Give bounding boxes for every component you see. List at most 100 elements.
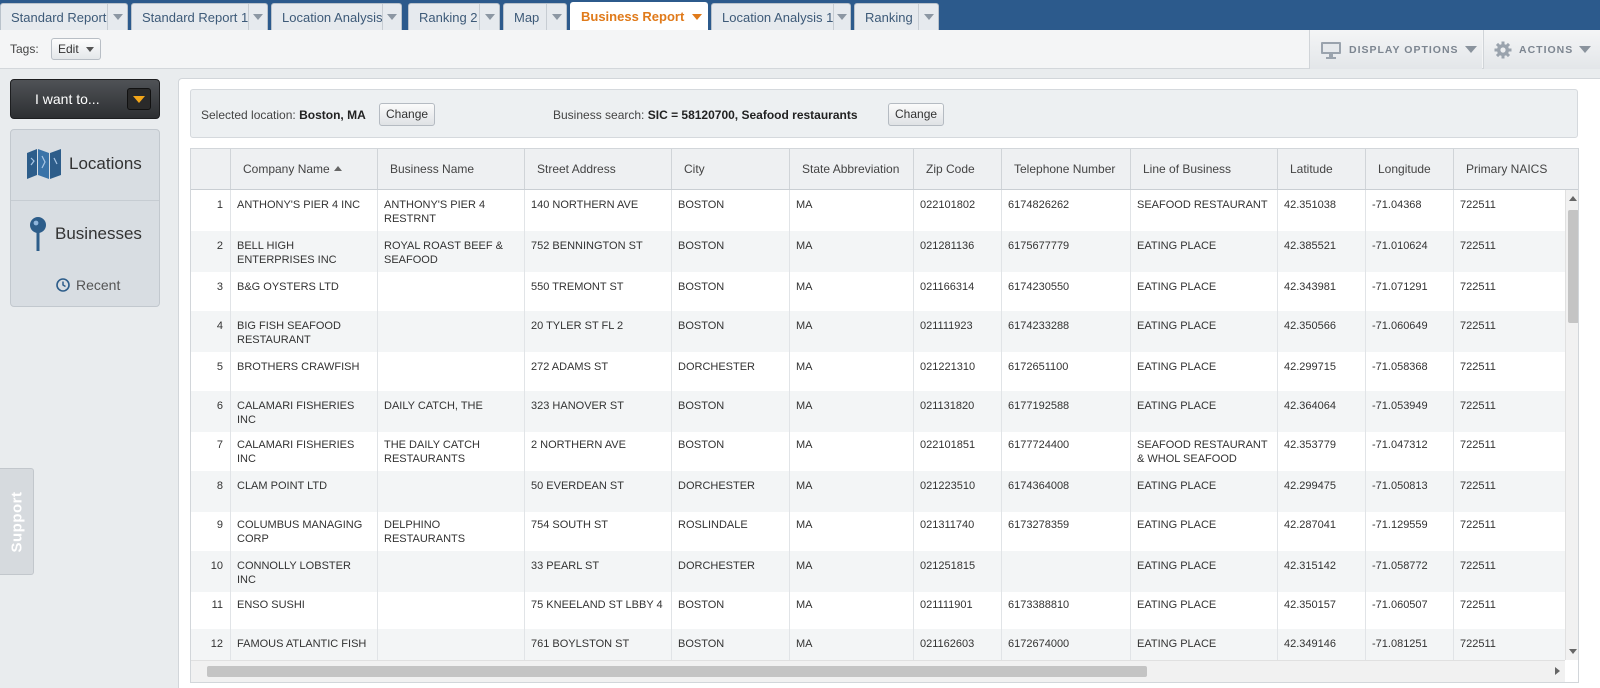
table-cell: ANTHONY'S PIER 4 RESTRNT [378, 190, 525, 231]
tab-location-analysis[interactable]: Location Analysis [271, 3, 402, 30]
column-header-telephone-number[interactable]: Telephone Number [1002, 149, 1131, 189]
sidebar-item-businesses[interactable]: Businesses [28, 216, 176, 252]
vertical-scrollbar[interactable] [1565, 190, 1578, 660]
column-header-zip-code[interactable]: Zip Code [914, 149, 1002, 189]
table-row[interactable]: 2 BELL HIGH ENTERPRISES INC ROYAL ROAST BE… [191, 231, 1565, 272]
table-cell: BOSTON [672, 272, 790, 313]
table-cell: 722511 [1454, 352, 1565, 393]
table-cell: -71.050813 [1366, 471, 1454, 512]
table-cell: MA [790, 391, 914, 432]
tab-standard-report[interactable]: Standard Report [0, 3, 128, 30]
table-cell [1002, 551, 1131, 592]
column-header-state-abbreviation[interactable]: State Abbreviation [790, 149, 914, 189]
row-number-cell: 6 [191, 391, 231, 432]
table-row[interactable]: 11 ENSO SUSHI 75 KNEELAND ST LBBY 4 BOSTON M… [191, 590, 1565, 631]
table-row[interactable]: 9 COLUMBUS MANAGING CORP DELPHINO RESTAURA… [191, 510, 1565, 551]
change-location-button[interactable]: Change [379, 103, 436, 126]
tab-location-analysis-1[interactable]: Location Analysis 1 [711, 3, 851, 30]
table-cell: MA [790, 510, 914, 551]
table-cell: BOSTON [672, 231, 790, 272]
tab-menu-dropdown[interactable] [107, 4, 127, 30]
tab-menu-dropdown[interactable] [479, 4, 499, 30]
table-row[interactable]: 5 BROTHERS CRAWFISH 272 ADAMS ST DORCHESTER… [191, 352, 1565, 393]
tab-standard-report-1[interactable]: Standard Report 1 [131, 3, 268, 30]
tab-business-report[interactable]: Business Report [570, 2, 708, 30]
table-row[interactable]: 3 B&G OYSTERS LTD 550 TREMONT ST BOSTON MA 02… [191, 272, 1565, 313]
column-header-label: State Abbreviation [802, 162, 900, 176]
horizontal-scroll-thumb[interactable] [207, 666, 1147, 677]
table-cell: BELL HIGH ENTERPRISES INC [231, 231, 378, 272]
tab-menu-dropdown[interactable] [382, 4, 401, 30]
tab-label: Ranking 2 [419, 9, 478, 25]
column-header-primary-naics[interactable]: Primary NAICS [1454, 149, 1578, 189]
column-header-line-of-business[interactable]: Line of Business [1131, 149, 1278, 189]
table-cell: 42.364064 [1278, 391, 1366, 432]
table-cell: 2 NORTHERN AVE [525, 430, 672, 471]
pin-icon [30, 217, 46, 251]
column-header-company-name[interactable]: Company Name [231, 149, 378, 189]
table-cell: 021166314 [914, 272, 1002, 313]
table-cell: EATING PLACE [1131, 231, 1278, 272]
table-cell: -71.04368 [1366, 190, 1454, 231]
table-cell: DORCHESTER [672, 551, 790, 592]
table-cell: 6174233288 [1002, 311, 1131, 352]
horizontal-scrollbar[interactable] [191, 660, 1565, 682]
vertical-scroll-thumb[interactable] [1568, 210, 1578, 323]
selected-location-text: Selected location: Boston, MA [201, 108, 366, 122]
selected-location-value: Boston, MA [299, 108, 366, 122]
change-business-search-button[interactable]: Change [888, 103, 945, 126]
table-cell: 550 TREMONT ST [525, 272, 672, 313]
table-row[interactable]: 6 CALAMARI FISHERIES INC DAILY CATCH, THE 3… [191, 391, 1565, 432]
tab-ranking-2[interactable]: Ranking 2 [408, 3, 500, 30]
table-row[interactable]: 10 CONNOLLY LOBSTER INC 33 PEARL ST DORCHES… [191, 551, 1565, 592]
tab-menu-dropdown[interactable] [248, 4, 267, 30]
tags-edit-dropdown[interactable]: Edit [51, 38, 101, 60]
tab-map[interactable]: Map [503, 3, 567, 30]
table-cell: 722511 [1454, 590, 1565, 631]
table-cell: 6173388810 [1002, 590, 1131, 631]
table-cell: 20 TYLER ST FL 2 [525, 311, 672, 352]
table-row[interactable]: 8 CLAM POINT LTD 50 EVERDEAN ST DORCHESTER M… [191, 471, 1565, 512]
scroll-right-icon[interactable] [1555, 667, 1560, 675]
table-cell: 722511 [1454, 231, 1565, 272]
chevron-down-icon [551, 14, 562, 20]
table-cell: MA [790, 629, 914, 660]
table-row[interactable]: 4 BIG FISH SEAFOOD RESTAURANT 20 TYLER ST … [191, 311, 1565, 352]
support-tab[interactable]: Support [0, 468, 34, 575]
column-header-latitude[interactable]: Latitude [1278, 149, 1366, 189]
column-header-business-name[interactable]: Business Name [378, 149, 525, 189]
chevron-down-icon [923, 14, 934, 20]
column-header-street-address[interactable]: Street Address [525, 149, 672, 189]
table-row[interactable]: 12 FAMOUS ATLANTIC FISH 761 BOYLSTON ST BOS… [191, 629, 1565, 660]
scroll-down-icon[interactable] [1569, 649, 1577, 654]
scroll-up-icon[interactable] [1569, 196, 1577, 201]
sidebar-item-locations[interactable]: Locations [26, 148, 174, 180]
table-cell: 722511 [1454, 272, 1565, 313]
column-header-label: Company Name [243, 162, 330, 176]
tab-menu-dropdown[interactable] [918, 4, 938, 30]
tab-menu-dropdown[interactable] [687, 3, 707, 30]
tab-label: Map [514, 9, 540, 25]
report-tab-bar: Standard Report Standard Report 1 Location… [0, 0, 1600, 30]
table-cell: 42.315142 [1278, 551, 1366, 592]
table-row[interactable]: 1 ANTHONY'S PIER 4 INC ANTHONY'S PIER 4 RE… [191, 190, 1565, 231]
i-want-to-menu[interactable]: I want to... [10, 79, 160, 119]
chevron-down-icon [127, 88, 151, 110]
table-row[interactable]: 7 CALAMARI FISHERIES INC THE DAILY CATCH R… [191, 430, 1565, 471]
column-header-city[interactable]: City [672, 149, 790, 189]
tab-menu-dropdown[interactable] [546, 4, 566, 30]
tab-menu-dropdown[interactable] [833, 4, 850, 30]
tab-label: Standard Report 1 [142, 9, 249, 25]
column-header-longitude[interactable]: Longitude [1366, 149, 1454, 189]
tags-edit-label: Edit [58, 42, 79, 56]
display-options-button[interactable]: DISPLAY OPTIONS [1309, 30, 1482, 69]
recent-link[interactable]: Recent [56, 277, 120, 293]
table-cell: THE DAILY CATCH RESTAURANTS [378, 430, 525, 471]
actions-button[interactable]: ACTIONS [1483, 30, 1600, 69]
row-number-header[interactable] [191, 149, 231, 189]
display-options-label: DISPLAY OPTIONS [1349, 43, 1459, 56]
table-cell: DELPHINO RESTAURANTS [378, 510, 525, 551]
tab-ranking[interactable]: Ranking [854, 3, 939, 30]
table-cell: EATING PLACE [1131, 272, 1278, 313]
search-summary-bar: Selected location: Boston, MA Change Bus… [190, 89, 1578, 138]
